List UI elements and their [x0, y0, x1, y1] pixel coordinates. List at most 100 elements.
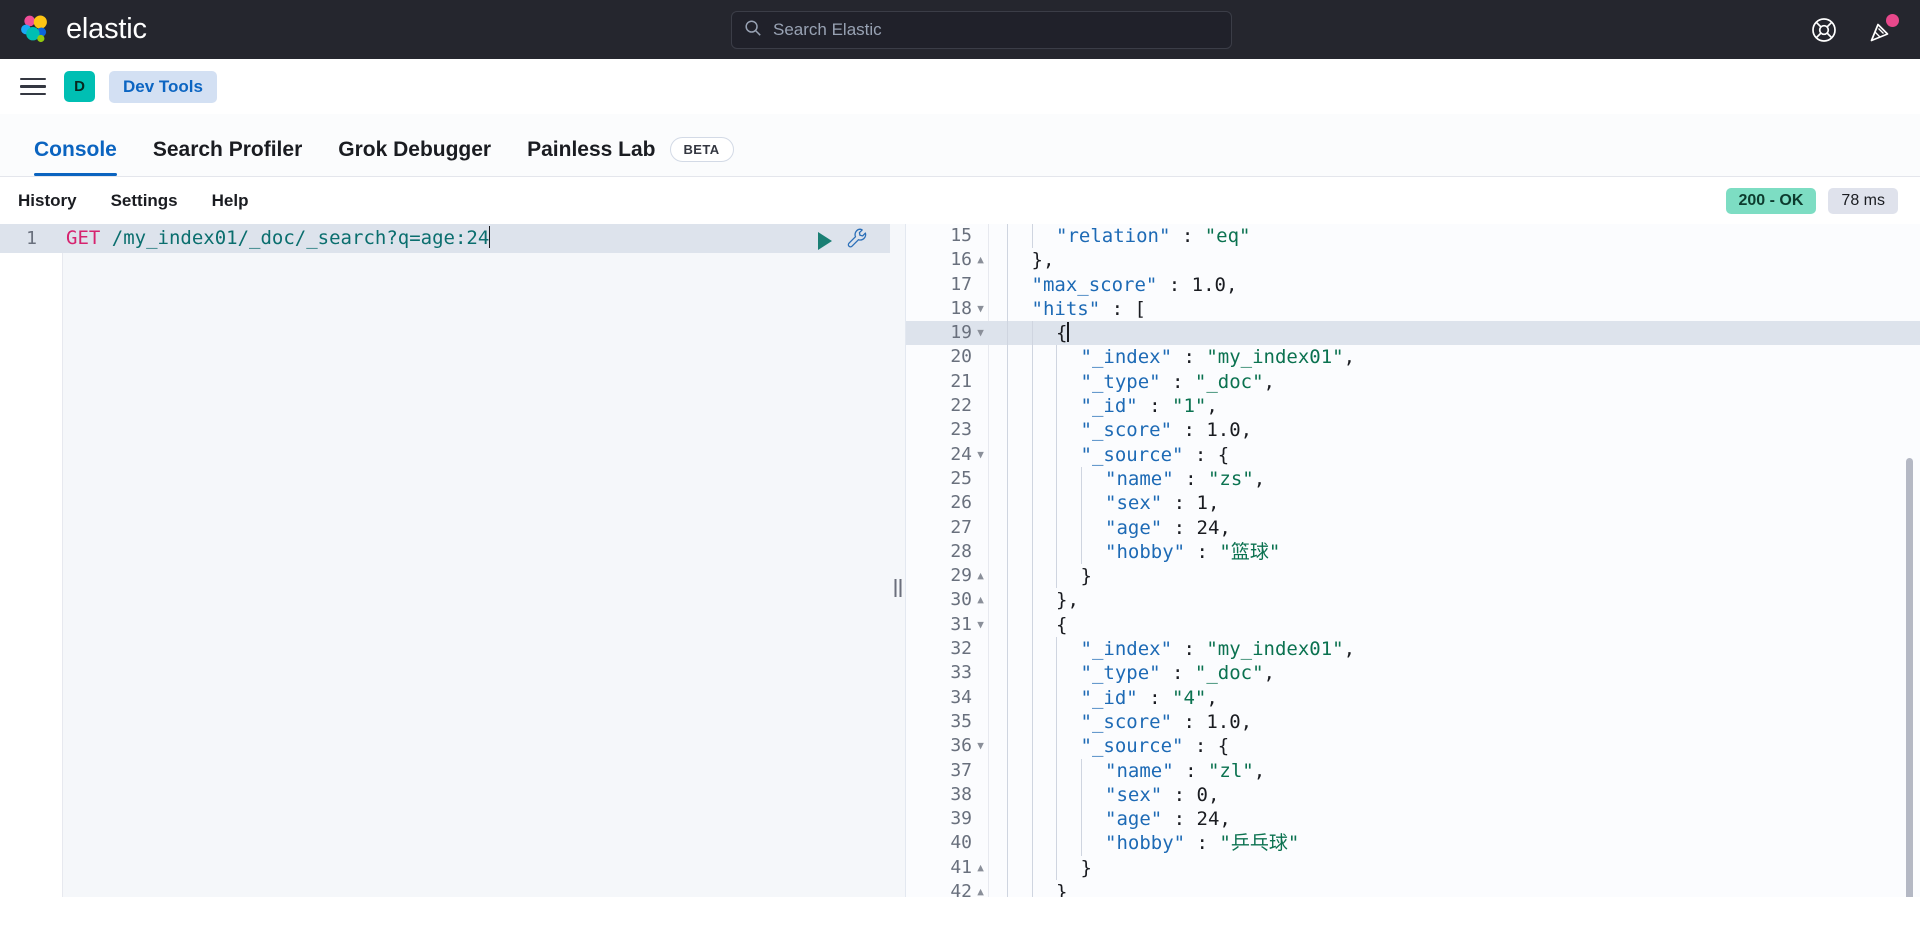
- indent-guides: [1007, 272, 1032, 297]
- response-code: "_type" : "_doc",: [989, 661, 1275, 686]
- fold-down-icon[interactable]: ▼: [972, 297, 989, 321]
- request-line-1[interactable]: 1 GET /my_index01/_doc/_search?q=age:24: [0, 224, 890, 253]
- response-line[interactable]: 27 "age" : 24,: [906, 515, 1920, 540]
- help-icon[interactable]: [1810, 16, 1838, 44]
- response-line[interactable]: 23 "_score" : 1.0,: [906, 418, 1920, 443]
- response-line[interactable]: 38 "sex" : 0,: [906, 782, 1920, 808]
- run-request-play-icon[interactable]: [818, 231, 832, 250]
- fold-up-icon[interactable]: ▲: [972, 856, 989, 880]
- response-line[interactable]: 29 ▲}: [906, 564, 1920, 589]
- response-line-number: 19: [950, 322, 972, 344]
- response-code: "name" : "zl",: [989, 758, 1266, 783]
- tab-grok-debugger[interactable]: Grok Debugger: [320, 138, 509, 176]
- response-line[interactable]: 26 "sex" : 1,: [906, 491, 1920, 516]
- indent-guides: [1007, 418, 1081, 443]
- token: :: [1172, 638, 1207, 661]
- request-editor[interactable]: 1 GET /my_index01/_doc/_search?q=age:24: [0, 224, 890, 914]
- token: :: [1137, 686, 1173, 709]
- token: },: [1031, 249, 1055, 272]
- response-line[interactable]: 24 ▼ "_source" : {: [906, 442, 1920, 467]
- response-line[interactable]: 25 "name" : "zs",: [906, 466, 1920, 492]
- response-line[interactable]: 21 "_type" : "_doc",: [906, 369, 1920, 395]
- response-line[interactable]: 15 "relation" : "eq": [906, 224, 1920, 249]
- resize-grip-icon: [894, 579, 901, 597]
- breadcrumb-item-dev-tools[interactable]: Dev Tools: [109, 70, 217, 103]
- hamburger-menu-icon[interactable]: [20, 72, 50, 102]
- tab-grok-debugger-label: Grok Debugger: [338, 138, 492, 161]
- response-code: }: [989, 855, 1092, 881]
- response-code: "age" : 24,: [989, 807, 1231, 832]
- indent-guides: [1007, 369, 1081, 395]
- response-line[interactable]: 28 "hobby" : "篮球": [906, 539, 1920, 565]
- response-line[interactable]: 36 ▼ "_source" : {: [906, 734, 1920, 759]
- text-caret: [1067, 322, 1069, 343]
- response-line[interactable]: 40 "hobby" : "乒乓球": [906, 831, 1920, 856]
- response-line[interactable]: 35 "_score" : 1.0,: [906, 709, 1920, 735]
- response-editor[interactable]: 15 "relation" : "eq" 16 ▲}, 17 "max_score" : …: [906, 224, 1920, 914]
- token: : [: [1100, 297, 1146, 320]
- global-search-input[interactable]: Search Elastic: [731, 11, 1232, 49]
- fold-down-icon[interactable]: ▼: [972, 443, 989, 467]
- help-button[interactable]: Help: [212, 191, 249, 211]
- response-line[interactable]: 30 ▲},: [906, 588, 1920, 613]
- fold-down-icon[interactable]: ▼: [972, 613, 989, 637]
- response-line[interactable]: 32 "_index" : "my_index01",: [906, 637, 1920, 662]
- token: :: [1170, 225, 1205, 247]
- response-line-number: 29: [950, 565, 972, 587]
- response-line[interactable]: 22 "_id" : "1",: [906, 394, 1920, 419]
- response-line[interactable]: 31 ▼ {: [906, 612, 1920, 638]
- token: :: [1137, 395, 1173, 418]
- token: "hits": [1031, 297, 1101, 320]
- token: ,: [1253, 759, 1266, 782]
- response-line-number: 35: [950, 710, 972, 732]
- news-feed-icon[interactable]: [1868, 13, 1899, 44]
- settings-button[interactable]: Settings: [111, 191, 178, 211]
- history-button[interactable]: History: [18, 191, 77, 211]
- tab-painless-lab-label: Painless Lab: [527, 137, 656, 161]
- fold-up-icon[interactable]: ▲: [972, 564, 989, 588]
- response-line-number: 40: [950, 832, 972, 854]
- elastic-logo-icon: [18, 13, 52, 47]
- beta-badge: BETA: [669, 137, 734, 162]
- response-line[interactable]: 41 ▲}: [906, 855, 1920, 881]
- indent-guides: [1007, 321, 1056, 346]
- fold-up-icon[interactable]: ▲: [972, 248, 989, 272]
- response-code: "max_score" : 1.0,: [989, 272, 1237, 297]
- token: "name": [1105, 759, 1174, 782]
- space-avatar[interactable]: D: [64, 71, 95, 102]
- tab-search-profiler[interactable]: Search Profiler: [135, 138, 320, 176]
- token: : {: [1183, 735, 1230, 758]
- request-path: /my_index01/_doc/_search?q=age:24: [111, 227, 490, 249]
- token: "_source": [1080, 735, 1184, 758]
- token: "zs": [1207, 467, 1254, 490]
- response-line-number: 22: [950, 395, 972, 417]
- search-icon: [744, 19, 762, 42]
- response-vertical-scrollbar[interactable]: [1906, 458, 1913, 914]
- response-line[interactable]: 19 ▼ {: [906, 321, 1920, 346]
- fold-down-icon[interactable]: ▼: [972, 734, 989, 758]
- tab-console[interactable]: Console: [16, 138, 135, 176]
- brand[interactable]: elastic: [0, 13, 147, 47]
- token: :: [1157, 273, 1192, 296]
- response-line[interactable]: 33 "_type" : "_doc",: [906, 661, 1920, 686]
- token: 0,: [1196, 783, 1220, 806]
- token: "my_index01": [1206, 638, 1344, 661]
- status-badge-time: 78 ms: [1828, 187, 1898, 214]
- request-options-wrench-icon[interactable]: [846, 227, 868, 254]
- response-line[interactable]: 18 ▼ "hits" : [: [906, 296, 1920, 322]
- response-line[interactable]: 17 "max_score" : 1.0,: [906, 272, 1920, 297]
- response-line[interactable]: 39 "age" : 24,: [906, 807, 1920, 832]
- token: "4": [1172, 686, 1207, 709]
- response-line[interactable]: 16 ▲},: [906, 248, 1920, 273]
- response-line[interactable]: 20 "_index" : "my_index01",: [906, 345, 1920, 370]
- response-code: "relation" : "eq": [989, 224, 1250, 249]
- tab-painless-lab[interactable]: Painless Lab BETA: [509, 137, 751, 176]
- fold-down-icon[interactable]: ▼: [972, 321, 989, 345]
- fold-up-icon[interactable]: ▲: [972, 588, 989, 612]
- token: :: [1172, 419, 1207, 442]
- pane-resize-handle[interactable]: [890, 224, 906, 914]
- response-line[interactable]: 34 "_id" : "4",: [906, 685, 1920, 710]
- response-line[interactable]: 37 "name" : "zl",: [906, 758, 1920, 783]
- response-code: "_index" : "my_index01",: [989, 637, 1356, 662]
- token: ,: [1343, 638, 1356, 661]
